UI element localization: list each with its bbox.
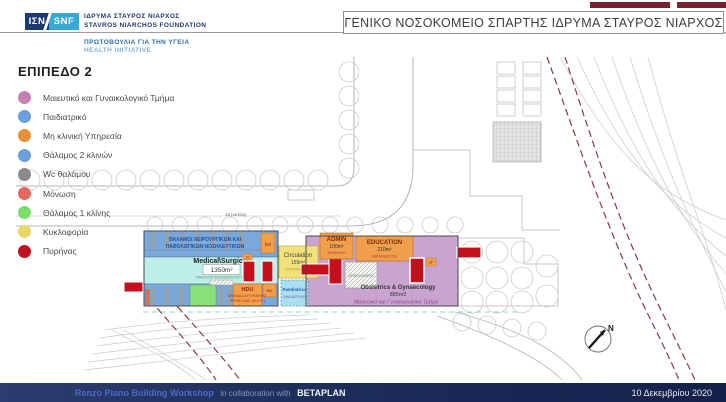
foundation-name: ΙΔΡΥΜΑ ΣΤΑΥΡΟΣ ΝΙΑΡΧΟΣ STAVROS NIARCHOS … [84,13,206,30]
legend-item-label: Θάλαμος 2 κλινών [43,150,112,160]
health-initiative-greek: ΠΡΩΤΟΒΟΥΛΙΑ ΓΙΑ ΤΗΝ ΥΓΕΙΑ [84,39,189,47]
legend-color-dot [18,245,31,258]
circulation-name: Circulation [284,253,312,259]
site-contours [84,57,726,380]
legend-item-label: Πυρήνας [43,246,77,256]
obstetrics-area: 885m2 [390,292,407,298]
hdu-greek1: ΜΟΝΑΔΑ ΑΥΞΗΜΕΝΗΣ [228,294,267,298]
parking-count-label: 18 parking [225,212,247,217]
legend-color-dot [18,206,31,219]
core-block [243,261,255,282]
legend-item-label: Κυκλοφορία [43,227,88,237]
legend-item-core: Πυρήνας [18,242,174,261]
single-bed-ward [190,285,216,306]
core-block-exterior-right [457,247,481,258]
legend-color-dot [18,129,31,142]
core-block [410,258,424,283]
core-block [262,261,273,282]
legend-item-obgyn: Μαιευτικό και Γυναικολογικό Τμήμα [18,88,174,107]
legend: Μαιευτικό και Γυναικολογικό Τμήμα Παιδια… [18,88,174,261]
admin-area: 100m² [329,244,344,250]
architect-name: Renzo Piano Building Workshop [75,388,214,398]
medical-surgical-area: 1350m² [210,267,233,274]
legend-color-dot [18,187,31,200]
site-hatched-plaza [493,122,541,162]
hdu-greek2: ΦΡΟΝΤΙΔΑΣ (Μ.Α.Φ.) [230,299,266,303]
legend-color-dot [18,91,31,104]
it-label-left: IT [246,255,250,260]
slide-title: ΓΕΝΙΚΟ ΝΟΣΟΚΟΜΕΙΟ ΣΠΑΡΤΗΣ ΙΔΡΥΜΑ ΣΤΑΥΡΟΣ… [343,11,724,34]
wards-label-line1: ΘΑΛΑΜΟΙ ΧΕΙΡΟΥΡΓΙΚΩΝ ΚΑΙ [169,237,242,243]
site-boundary-bar [590,2,670,8]
iso-label-top: Iso [265,242,272,248]
hdu-name: HDU [242,287,254,293]
legend-item-label: Wc θαλάμου [43,169,91,179]
legend-item-wc: Wc θαλάμου [18,165,174,184]
wards-label-line2: ΠΑΘΟΛΟΓΙΚΩΝ ΝΟΣΗΛΕΥΤΙΚΩΝ [166,244,245,250]
paediatrics-name: Paediatrics [282,287,307,292]
legend-item-paediatric: Παιδιατρικό [18,107,174,126]
footer-credits: Renzo Piano Building Workshop in collabo… [75,388,345,398]
legend-item-1bed-ward: Θάλαμος 1 κλίνης [18,203,174,222]
legend-color-dot [18,225,31,238]
legend-item-isolation: Μόνωση [18,184,174,203]
legend-item-label: Μη κλινική Υπηρεσία [43,131,122,141]
isolation-room [145,289,150,305]
foundation-name-greek: ΙΔΡΥΜΑ ΣΤΑΥΡΟΣ ΝΙΑΡΧΟΣ [84,13,206,22]
admin-greek: ΔΙΟΙΚΗΣΗ [328,251,346,255]
collaboration-text: in collaboration with [220,389,290,398]
site-boundary-bar [677,2,726,8]
legend-item-circulation: Κυκλοφορία [18,222,174,241]
legend-item-2bed-ward: Θάλαμος 2 κλινών [18,146,174,165]
health-initiative-english: HEALTH INITIATIVE [84,47,189,55]
legend-item-nonclinical: Μη κλινική Υπηρεσία [18,126,174,145]
legend-item-label: Παιδιατρικό [43,112,86,122]
slide: ΙΣΝ SNF ΙΔΡΥΜΑ ΣΤΑΥΡΟΣ ΝΙΑΡΧΟΣ STAVROS N… [0,0,726,402]
medical-surgical-greek: ΠΑΘΟΛΟΓΙΚΟ/ΧΕΙΡΟΥΡΓΙΚΟ [196,276,247,280]
education-greek: ΕΚΠΑΙΔΕΥΣΗ [372,254,397,259]
north-label: N [608,324,614,333]
atrium-void-small [210,280,233,285]
education-name: EDUCATION [367,240,402,246]
legend-item-label: Μόνωση [43,189,76,199]
level-title: ΕΠΙΠΕΔΟ 2 [18,64,92,79]
obstetrics-name: Obstetrics & Gynaecology [360,285,436,291]
obstetrics-greek: Μαιευτικό και Γυναικολογικό Τμήμα [354,299,439,306]
education-area: 210m² [377,247,392,253]
core-block [329,257,342,284]
site-parking-stalls [497,62,541,116]
slide-date: 10 Δεκεμβρίου 2020 [632,388,712,398]
medical-surgical-name: Medical\Surgical [193,258,248,265]
core-block [301,264,329,275]
paediatrics-zone [281,280,308,306]
footer-bar: Renzo Piano Building Workshop in collabo… [0,383,726,402]
snf-logo-snf: SNF [49,13,79,30]
foundation-name-english: STAVROS NIARCHOS FOUNDATION [84,22,206,31]
iso-label-bottom: Iso [266,288,273,293]
admin-name: ADMIN [327,237,347,243]
atrium-void-label: ΚΕΝΟ/ΑΙΘΡΙΟ [349,274,374,278]
core-block-exterior-left [124,282,143,292]
legend-item-label: Μαιευτικό και Γυναικολογικό Τμήμα [43,93,174,103]
legend-color-dot [18,168,31,181]
paediatrics-greek: ΠΑΙΔΙΑΤΡΙΚΟ [283,295,305,299]
legend-color-dot [18,149,31,162]
partner-name: BETAPLAN [297,388,345,398]
it-label-right: IT [429,260,433,265]
legend-item-label: Θάλαμος 1 κλίνης [43,208,110,218]
north-arrow: N [585,324,614,352]
legend-color-dot [18,110,31,123]
health-initiative: ΠΡΩΤΟΒΟΥΛΙΑ ΓΙΑ ΤΗΝ ΥΓΕΙΑ HEALTH INITIAT… [84,39,189,55]
